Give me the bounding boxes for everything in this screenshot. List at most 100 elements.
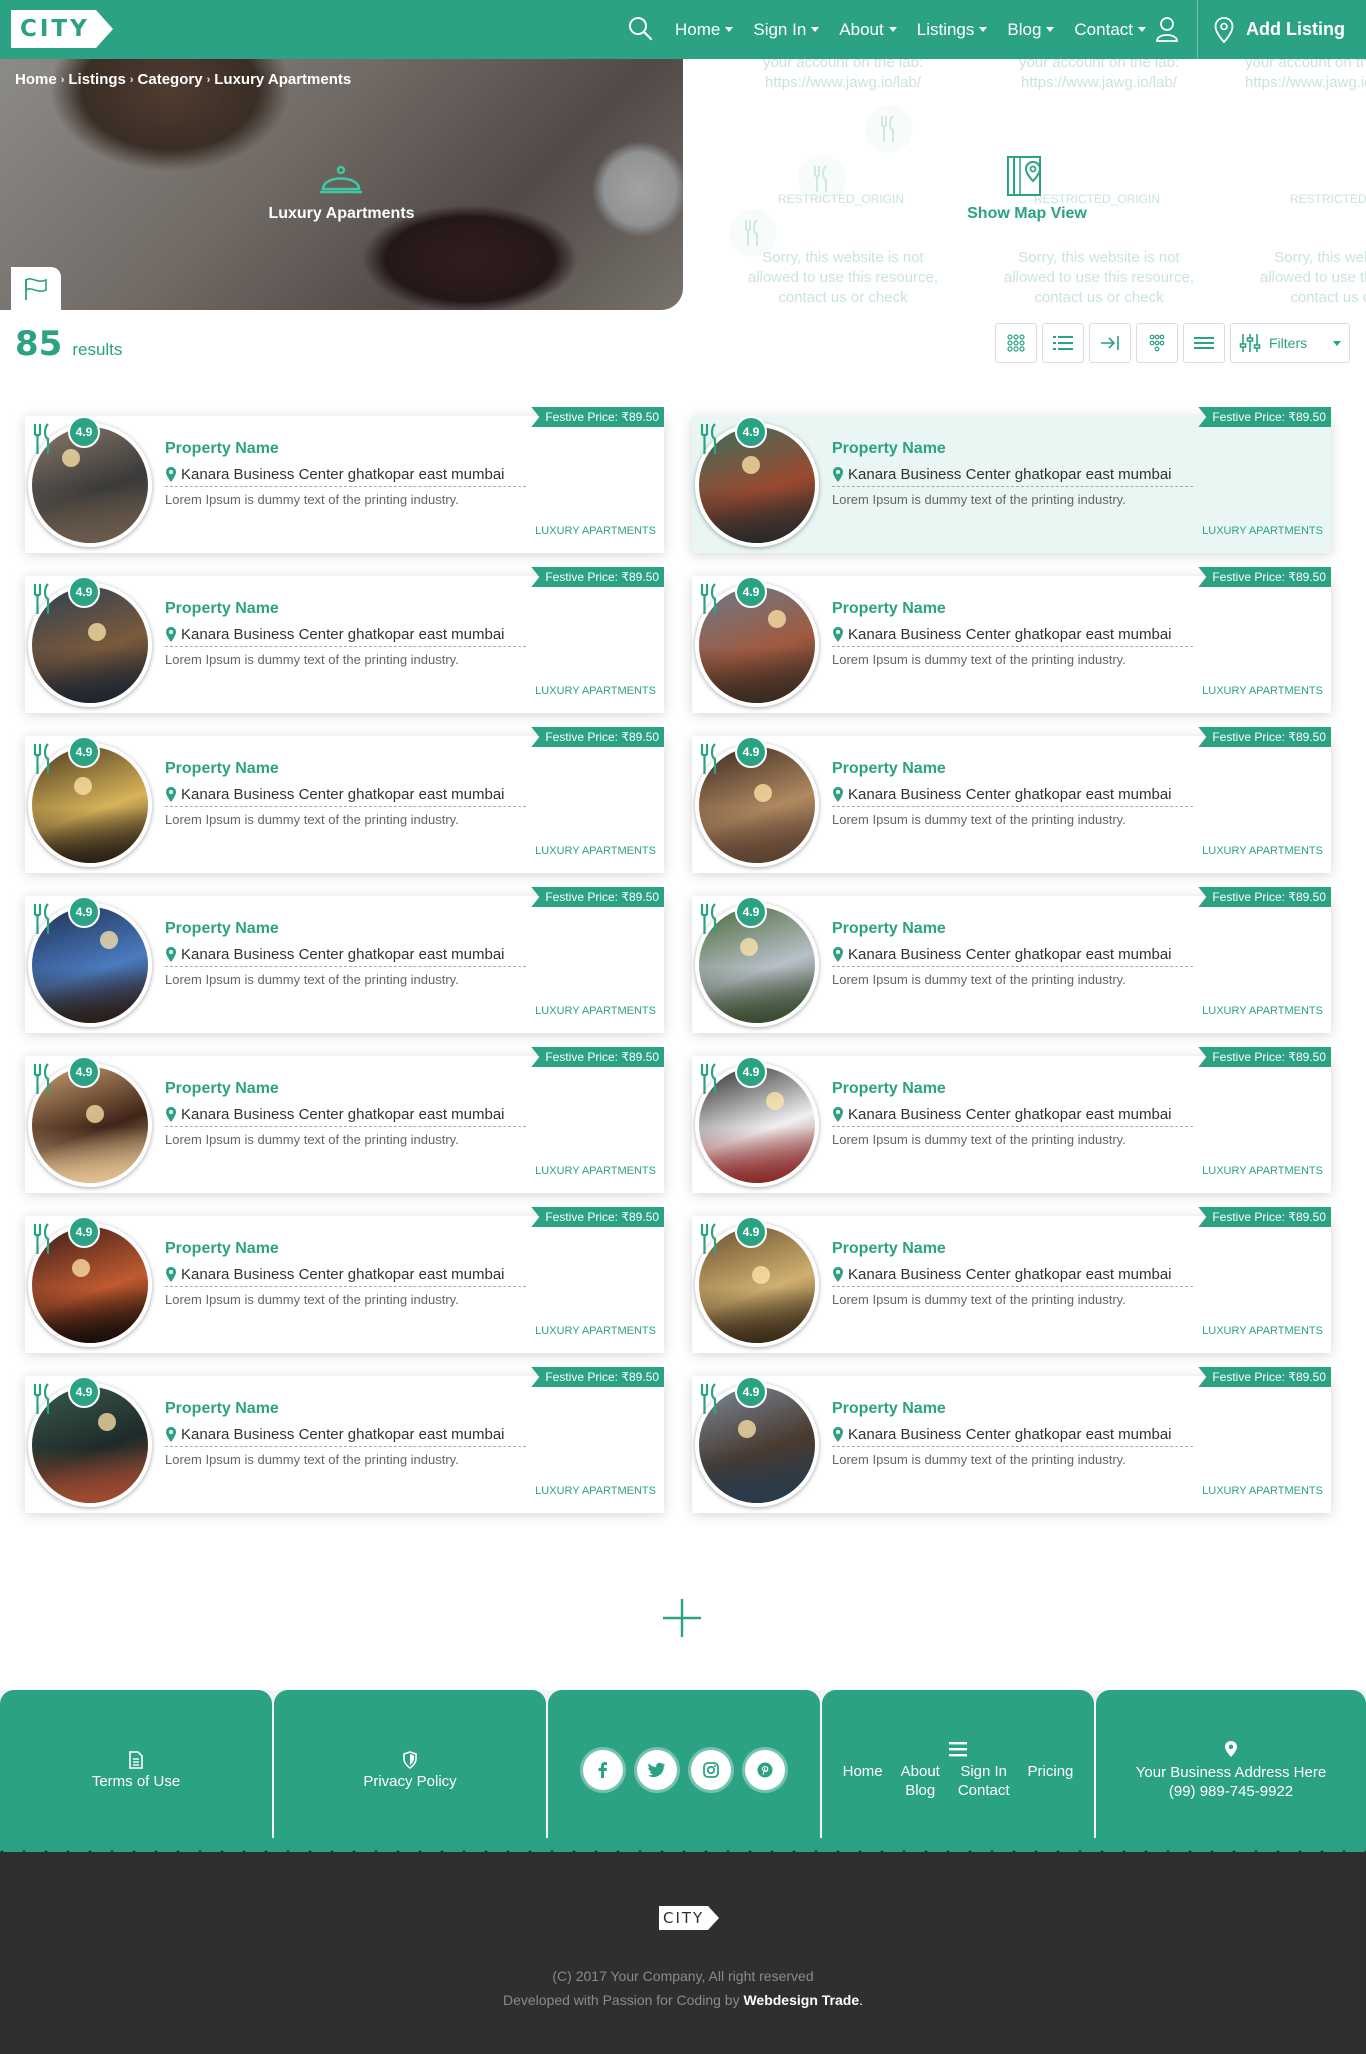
listing-card[interactable]: 4.9 Festive Price: ₹89.50 Property Name Kan… (25, 1367, 664, 1513)
nav-item-sign-in[interactable]: Sign In (753, 20, 820, 40)
fork-knife-icon (700, 1063, 717, 1094)
listing-card[interactable]: 4.9 Festive Price: ₹89.50 Property Name Kan… (692, 887, 1331, 1033)
listing-title[interactable]: Property Name (165, 1240, 279, 1258)
listing-card[interactable]: 4.9 Festive Price: ₹89.50 Property Name Kan… (692, 1367, 1331, 1513)
top-navbar: CITY Home Sign In About Listings Blog Co… (0, 0, 1366, 59)
listing-card[interactable]: 4.9 Festive Price: ₹89.50 Property Name Kan… (25, 727, 664, 873)
listing-category[interactable]: LUXURY APARTMENTS (535, 1165, 656, 1177)
listing-title[interactable]: Property Name (832, 1240, 946, 1258)
listing-category[interactable]: LUXURY APARTMENTS (1202, 1325, 1323, 1337)
site-logo[interactable]: CITY (11, 10, 113, 48)
instagram-icon[interactable] (691, 1750, 731, 1790)
listing-title[interactable]: Property Name (832, 760, 946, 778)
listing-card[interactable]: 4.9 Festive Price: ₹89.50 Property Name Kan… (692, 567, 1331, 713)
breadcrumb-listings[interactable]: Listings (68, 71, 126, 88)
listing-title[interactable]: Property Name (165, 600, 279, 618)
listing-category[interactable]: LUXURY APARTMENTS (535, 525, 656, 537)
map-pin-icon (1214, 16, 1234, 43)
sidebar-view-button[interactable] (1089, 323, 1131, 363)
pinterest-icon[interactable] (745, 1750, 785, 1790)
listing-title[interactable]: Property Name (832, 440, 946, 458)
terms-label: Terms of Use (91, 1772, 181, 1790)
plus-icon[interactable] (662, 1598, 702, 1638)
sliders-icon (1239, 334, 1261, 352)
footer-link-home[interactable]: Home (843, 1763, 883, 1780)
listing-card[interactable]: 4.9 Festive Price: ₹89.50 Property Name Kan… (692, 727, 1331, 873)
rating-badge: 4.9 (68, 896, 100, 928)
listing-category[interactable]: LUXURY APARTMENTS (535, 1485, 656, 1497)
listing-title[interactable]: Property Name (165, 440, 279, 458)
footer-link-pricing[interactable]: Pricing (1028, 1763, 1074, 1780)
filters-dropdown[interactable]: Filters (1230, 323, 1350, 363)
listing-category[interactable]: LUXURY APARTMENTS (1202, 1485, 1323, 1497)
nav-item-blog[interactable]: Blog (1007, 20, 1055, 40)
listing-category[interactable]: LUXURY APARTMENTS (535, 1005, 656, 1017)
listing-title[interactable]: Property Name (832, 600, 946, 618)
privacy-link[interactable]: Privacy Policy (274, 1690, 546, 1850)
listing-title[interactable]: Property Name (832, 1080, 946, 1098)
listing-title[interactable]: Property Name (165, 1400, 279, 1418)
rating-badge: 4.9 (735, 576, 767, 608)
listing-address: Kanara Business Center ghatkopar east mu… (832, 946, 1193, 967)
listing-title[interactable]: Property Name (165, 760, 279, 778)
listing-card[interactable]: 4.9 Festive Price: ₹89.50 Property Name Kan… (692, 1047, 1331, 1193)
footer-link-contact[interactable]: Contact (958, 1782, 1010, 1799)
listing-category[interactable]: LUXURY APARTMENTS (1202, 1005, 1323, 1017)
footer-link-sign-in[interactable]: Sign In (958, 1763, 1010, 1780)
developer-link[interactable]: Webdesign Trade (743, 1992, 859, 2008)
listing-card[interactable]: 4.9 Festive Price: ₹89.50 Property Name Kan… (25, 567, 664, 713)
view-toolbar: Filters (995, 323, 1350, 363)
nav-item-about[interactable]: About (839, 20, 897, 40)
facebook-icon[interactable] (583, 1750, 623, 1790)
footer-link-about[interactable]: About (901, 1763, 940, 1780)
photo-light (74, 777, 92, 795)
fork-knife-icon (33, 903, 50, 934)
photo-shade (32, 1287, 148, 1343)
grid-view-button[interactable] (995, 323, 1037, 363)
listing-category[interactable]: LUXURY APARTMENTS (1202, 1165, 1323, 1177)
nav-item-home[interactable]: Home (675, 20, 734, 40)
show-map-button[interactable]: Show Map View (962, 154, 1092, 223)
listing-description: Lorem Ipsum is dummy text of the printin… (832, 972, 1126, 987)
listing-title[interactable]: Property Name (165, 1080, 279, 1098)
listing-category[interactable]: LUXURY APARTMENTS (1202, 685, 1323, 697)
listing-card[interactable]: 4.9 Festive Price: ₹89.50 Property Name Kan… (25, 887, 664, 1033)
breadcrumb-current: Luxury Apartments (214, 71, 352, 88)
listing-card[interactable]: 4.9 Festive Price: ₹89.50 Property Name Kan… (692, 407, 1331, 553)
compact-grid-button[interactable] (1136, 323, 1178, 363)
photo-shade (32, 487, 148, 543)
listing-category[interactable]: LUXURY APARTMENTS (1202, 525, 1323, 537)
listing-category[interactable]: LUXURY APARTMENTS (1202, 845, 1323, 857)
footer-logo[interactable]: CITY (659, 1906, 720, 1930)
listing-title[interactable]: Property Name (832, 920, 946, 938)
map-pin-icon (833, 1107, 843, 1122)
listing-category[interactable]: LUXURY APARTMENTS (535, 845, 656, 857)
listing-card[interactable]: 4.9 Festive Price: ₹89.50 Property Name Kan… (692, 1207, 1331, 1353)
twitter-icon[interactable] (637, 1750, 677, 1790)
map-pin-icon (166, 627, 176, 642)
rating-badge: 4.9 (68, 576, 100, 608)
nav-item-contact[interactable]: Contact (1074, 20, 1146, 40)
footer-phone: (99) 989-745-9922 (1168, 1783, 1294, 1800)
footer-link-blog[interactable]: Blog (901, 1782, 940, 1799)
user-icon[interactable] (1155, 16, 1179, 42)
flag-button[interactable] (11, 267, 61, 310)
search-icon[interactable] (627, 15, 653, 41)
list-view-button[interactable] (1042, 323, 1084, 363)
footer-top: Terms of Use Privacy Policy Home About S… (0, 1690, 1366, 1850)
listing-card[interactable]: 4.9 Festive Price: ₹89.50 Property Name Kan… (25, 1047, 664, 1193)
breadcrumb-category[interactable]: Category (138, 71, 203, 88)
listing-card[interactable]: 4.9 Festive Price: ₹89.50 Property Name Kan… (25, 407, 664, 553)
listing-category[interactable]: LUXURY APARTMENTS (535, 685, 656, 697)
nav-item-listings[interactable]: Listings (917, 20, 988, 40)
breadcrumb-home[interactable]: Home (15, 71, 57, 88)
listing-title[interactable]: Property Name (832, 1400, 946, 1418)
listing-card[interactable]: 4.9 Festive Price: ₹89.50 Property Name Kan… (25, 1207, 664, 1353)
listing-description: Lorem Ipsum is dummy text of the printin… (832, 652, 1126, 667)
add-listing-button[interactable]: Add Listing (1197, 0, 1366, 59)
rows-view-button[interactable] (1183, 323, 1225, 363)
breadcrumb-separator: › (60, 73, 65, 86)
listing-title[interactable]: Property Name (165, 920, 279, 938)
terms-link[interactable]: Terms of Use (0, 1690, 272, 1850)
listing-category[interactable]: LUXURY APARTMENTS (535, 1325, 656, 1337)
